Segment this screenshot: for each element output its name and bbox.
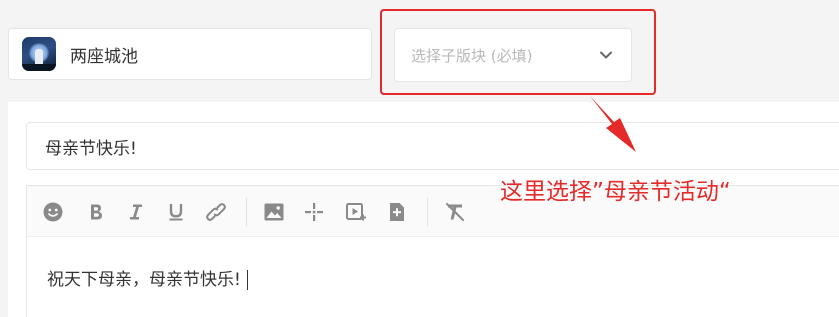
underline-icon[interactable]	[165, 201, 187, 223]
title-input[interactable]: 母亲节快乐!	[26, 122, 839, 170]
italic-icon[interactable]	[125, 201, 147, 223]
link-icon[interactable]	[205, 201, 227, 223]
annotation-arrow	[590, 96, 636, 152]
image-icon[interactable]	[263, 201, 285, 223]
annotation-highlight-box	[380, 9, 656, 95]
post-editor: 母亲节快乐! 祝天下母亲，母亲节快乐!	[8, 102, 839, 317]
video-icon[interactable]	[345, 201, 367, 223]
text-caret	[246, 270, 248, 290]
bold-icon[interactable]	[85, 201, 107, 223]
emoji-icon[interactable]	[42, 201, 64, 223]
content-editor[interactable]: 祝天下母亲，母亲节快乐!	[26, 237, 839, 317]
content-text: 祝天下母亲，母亲节快乐!	[47, 270, 241, 290]
file-add-icon[interactable]	[386, 201, 408, 223]
toolbar-separator	[427, 198, 428, 226]
forum-avatar	[22, 37, 56, 71]
forum-name: 两座城池	[70, 46, 138, 67]
toolbar-separator	[246, 198, 247, 226]
forum-selector[interactable]: 两座城池	[8, 28, 372, 80]
annotation-text: 这里选择”母亲节活动“	[500, 179, 731, 205]
clear-format-icon[interactable]	[444, 201, 466, 223]
sparkle-icon[interactable]	[303, 201, 325, 223]
